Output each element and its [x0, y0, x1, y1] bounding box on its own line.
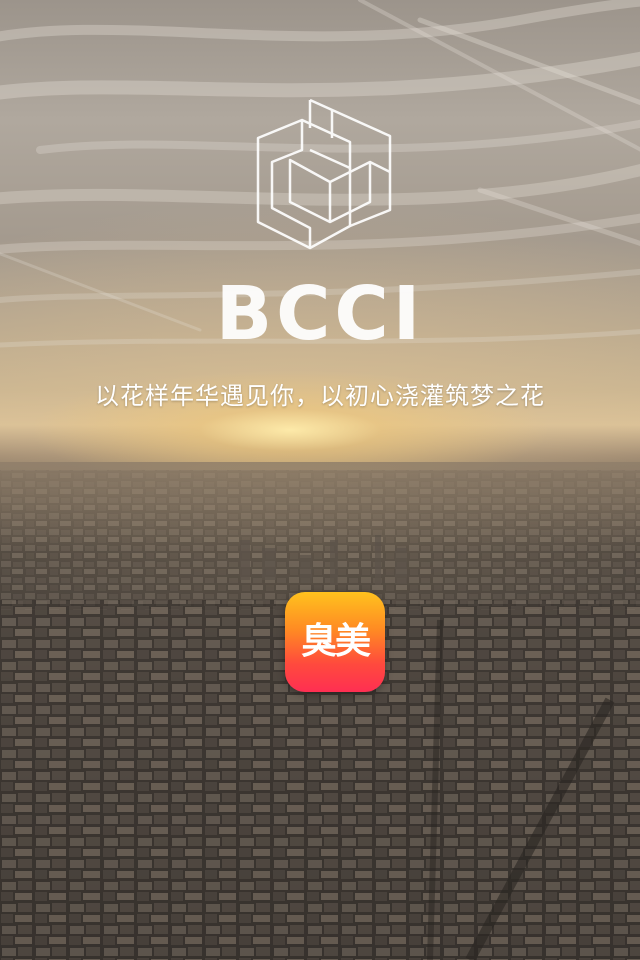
- slogan-text: 以花样年华遇见你，以初心浇灌筑梦之花: [95, 382, 545, 410]
- cube-outline-logo-icon: [256, 98, 392, 250]
- splash-screen: BCCI 以花样年华遇见你，以初心浇灌筑梦之花 臭美: [0, 0, 640, 960]
- brand-title: BCCI: [215, 271, 425, 357]
- app-icon-label: 臭美: [300, 621, 371, 662]
- app-icon[interactable]: 臭美: [285, 592, 385, 692]
